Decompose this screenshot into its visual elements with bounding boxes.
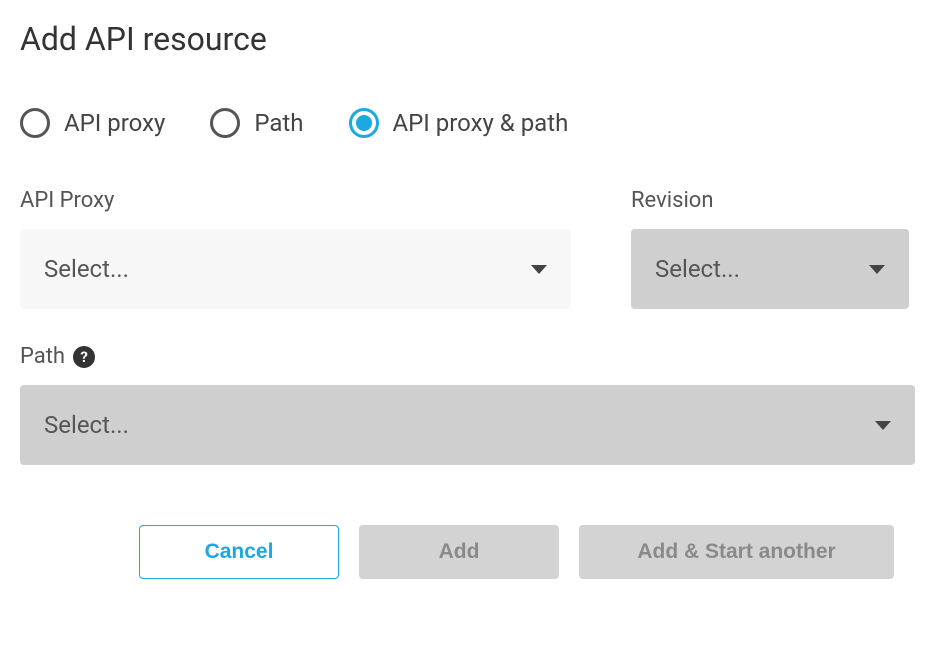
radio-inner-dot	[356, 115, 372, 131]
page-title: Add API resource	[20, 20, 909, 58]
radio-label: Path	[254, 109, 303, 137]
radio-icon	[20, 108, 50, 138]
radio-label: API proxy & path	[393, 109, 569, 137]
path-label-text: Path	[20, 344, 65, 369]
help-icon[interactable]: ?	[73, 346, 95, 368]
revision-select[interactable]: Select...	[631, 229, 909, 309]
radio-icon	[210, 108, 240, 138]
form-group-path: Path ? Select...	[20, 344, 915, 465]
form-row-proxy-revision: API Proxy Select... Revision Select...	[20, 188, 909, 309]
select-placeholder: Select...	[44, 411, 129, 439]
radio-api-proxy[interactable]: API proxy	[20, 108, 165, 138]
form-group-api-proxy: API Proxy Select...	[20, 188, 571, 309]
radio-api-proxy-and-path[interactable]: API proxy & path	[349, 108, 569, 138]
chevron-down-icon	[875, 421, 891, 430]
radio-label: API proxy	[64, 109, 165, 137]
form-group-revision: Revision Select...	[631, 188, 909, 309]
select-placeholder: Select...	[44, 255, 129, 283]
add-button[interactable]: Add	[359, 525, 559, 579]
revision-label: Revision	[631, 188, 909, 213]
action-button-row: Cancel Add Add & Start another	[20, 525, 909, 579]
cancel-button[interactable]: Cancel	[139, 525, 339, 579]
resource-type-radio-group: API proxy Path API proxy & path	[20, 108, 909, 138]
select-placeholder: Select...	[655, 255, 740, 283]
chevron-down-icon	[531, 265, 547, 274]
path-label: Path ?	[20, 344, 915, 369]
path-select[interactable]: Select...	[20, 385, 915, 465]
chevron-down-icon	[869, 265, 885, 274]
api-proxy-select[interactable]: Select...	[20, 229, 571, 309]
add-and-start-another-button[interactable]: Add & Start another	[579, 525, 894, 579]
api-proxy-label: API Proxy	[20, 188, 571, 213]
radio-icon-selected	[349, 108, 379, 138]
radio-path[interactable]: Path	[210, 108, 303, 138]
